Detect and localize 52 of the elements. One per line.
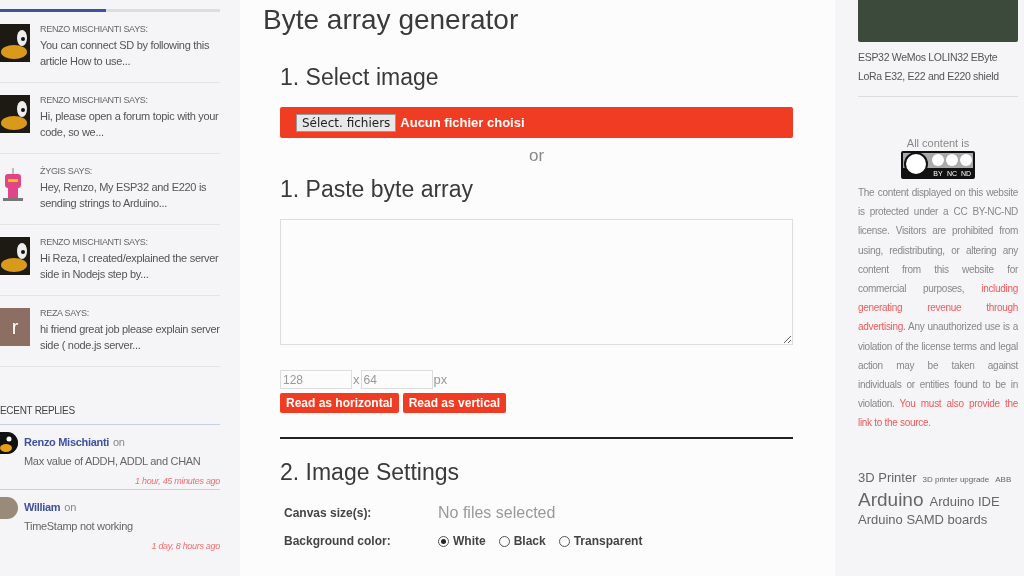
setting-value: No files selected [438,504,556,522]
post-title-link[interactable]: ESP32 WeMos LOLIN32 EByte LoRa E32, E22 and E220 shield [858,48,1018,86]
section-heading: ECENT REPLIES [0,405,76,416]
section-heading: 1. Select image [280,64,440,91]
comment-author: RENZO MISCHIANTI SAYS: [40,24,149,34]
tag-link[interactable]: 3D Printer [858,468,917,487]
license-intro: All content is [905,137,971,149]
times-sign: x [353,372,360,387]
tag-link[interactable]: 3D printer upgrade [922,470,990,489]
tag-link[interactable]: Arduino [858,488,924,511]
tag-link[interactable]: Arduino SAMD boards [858,510,988,529]
setting-label: Background color: [283,534,392,548]
license-text: The content displayed on this website is protected under a CC BY-NC-ND license. Visitors are prohibited from using, redistributing, or altering any content from this website for commercial purposes, including generating revenue through advertising. Any unauthorized use is a violation of the license terms and legal action may be taken against individuals or entities found to be in violation. You must also provide the link to the source. [858,186,1018,431]
penguin-avatar-icon [0,432,18,454]
reply-on-text: on [64,501,76,513]
radio-label: White [453,534,486,548]
reply-author-link[interactable]: Renzo Mischianti [24,436,110,448]
comment-excerpt[interactable]: hi friend great job please explain server side ( node.js server... [40,321,220,353]
bird-avatar-icon [0,237,30,275]
comment-author: ŻYGIS SAYS: [40,166,94,176]
bird-avatar-icon [0,95,30,133]
comment-excerpt[interactable]: Hey, Renzo, My ESP32 and E220 is sending strings to Arduino... [40,179,220,211]
radio-label: Black [513,534,546,548]
read-button[interactable]: Read as horizontal [280,393,399,413]
or-text: or [527,146,546,166]
comment-excerpt[interactable]: You can connect SD by following this article How to use... [40,37,220,69]
reply-on-text: on [113,436,125,448]
byte-array-input-field[interactable] [280,219,793,345]
reply-post-link[interactable]: Max value of ADDH, ADDL and CHAN [24,455,220,467]
reply-time: 1 day, 8 hours ago [150,541,220,551]
tag-link[interactable]: Arduino IDE [929,492,1000,511]
section-heading: 1. Paste byte array [280,176,475,203]
reply-author-link[interactable]: William [24,501,61,513]
reply-time: 1 hour, 45 minutes ago [134,476,220,486]
comment-excerpt[interactable]: Hi Reza, I created/explained the server side in Nodejs step by... [40,250,220,282]
page-title: Byte array generator [263,4,520,37]
tag-link[interactable]: ABB [995,470,1012,489]
file-status-text: Aucun fichier choisi [400,115,525,130]
unit-label: px [433,372,448,387]
comment-author: REZA SAYS: [40,308,90,318]
letter-avatar: r [0,308,30,346]
bird-avatar-icon [0,24,30,62]
choose-files-button[interactable]: Sélect. fichiers [296,113,397,132]
avatar-photo-placeholder [0,497,18,519]
radio-label: Transparent [573,534,643,548]
reply-post-link[interactable]: TimeStamp not working [24,520,220,532]
section-heading: 2. Image Settings [280,459,460,486]
comment-excerpt[interactable]: Hi, please open a forum topic with your code, so we... [40,108,220,140]
comment-author: RENZO MISCHIANTI SAYS: [40,95,149,105]
setting-label: Canvas size(s): [283,506,373,520]
comment-author: RENZO MISCHIANTI SAYS: [40,237,149,247]
read-button[interactable]: Read as vertical [402,393,507,413]
